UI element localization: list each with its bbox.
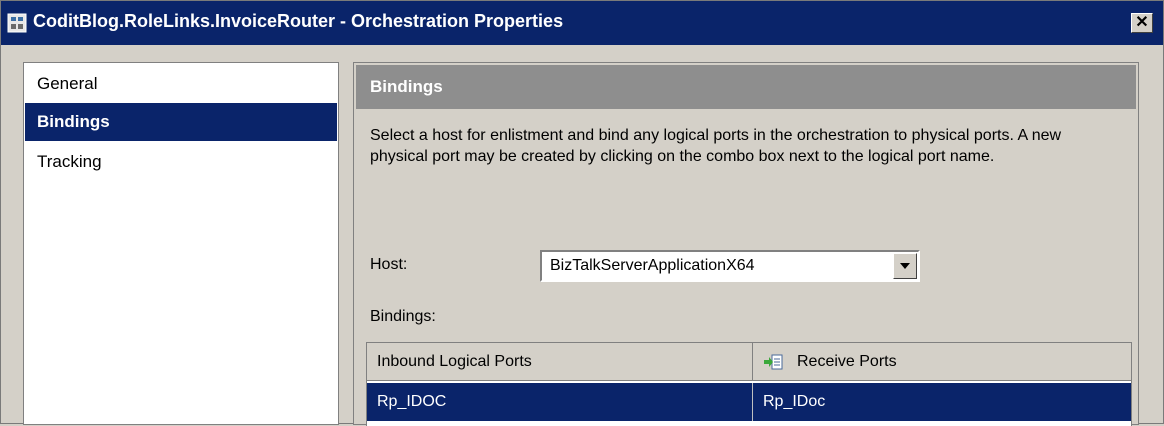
window-title: CoditBlog.RoleLinks.InvoiceRouter - Orch… [33, 11, 564, 31]
bindings-panel: Bindings Select a host for enlistment an… [353, 62, 1139, 426]
column-header-label: Receive Ports [797, 352, 897, 370]
host-value: BizTalkServerApplicationX64 [550, 257, 755, 274]
nav-item-label: Bindings [37, 112, 110, 131]
page-list: General Bindings Tracking [23, 62, 339, 425]
bindings-grid: Inbound Logical Ports Receive Ports Rp_I… [366, 342, 1132, 426]
dropdown-arrow-icon [900, 263, 910, 269]
close-button[interactable]: ✕ [1131, 13, 1153, 33]
bindings-label: Bindings: [370, 308, 436, 325]
title-bar[interactable]: CoditBlog.RoleLinks.InvoiceRouter - Orch… [1, 1, 1163, 45]
logical-port-cell[interactable]: Rp_IDOC [367, 383, 753, 421]
column-header-label: Inbound Logical Ports [377, 352, 532, 370]
orchestration-properties-window: CoditBlog.RoleLinks.InvoiceRouter - Orch… [0, 0, 1164, 426]
orchestration-icon [7, 13, 27, 33]
host-dropdown-button[interactable] [893, 253, 917, 279]
table-row[interactable]: Rp_IDOC Rp_IDoc [367, 383, 1131, 421]
nav-item-label: Tracking [37, 152, 102, 171]
nav-item-label: General [37, 74, 98, 93]
column-header-receive-ports[interactable]: Receive Ports [753, 343, 1131, 380]
host-label: Host: [370, 256, 408, 273]
host-dropdown[interactable]: BizTalkServerApplicationX64 [540, 250, 920, 282]
nav-item-bindings[interactable]: Bindings [25, 103, 337, 141]
nav-item-general[interactable]: General [25, 65, 337, 103]
nav-item-tracking[interactable]: Tracking [25, 143, 337, 181]
bindings-description: Select a host for enlistment and bind an… [370, 127, 1062, 165]
section-header: Bindings [356, 65, 1136, 109]
physical-port-cell[interactable]: Rp_IDoc [753, 383, 1131, 421]
column-header-inbound-logical-ports[interactable]: Inbound Logical Ports [367, 343, 753, 380]
receive-port-icon [764, 354, 783, 369]
close-icon: ✕ [1135, 14, 1149, 31]
grid-header: Inbound Logical Ports Receive Ports [367, 343, 1131, 381]
